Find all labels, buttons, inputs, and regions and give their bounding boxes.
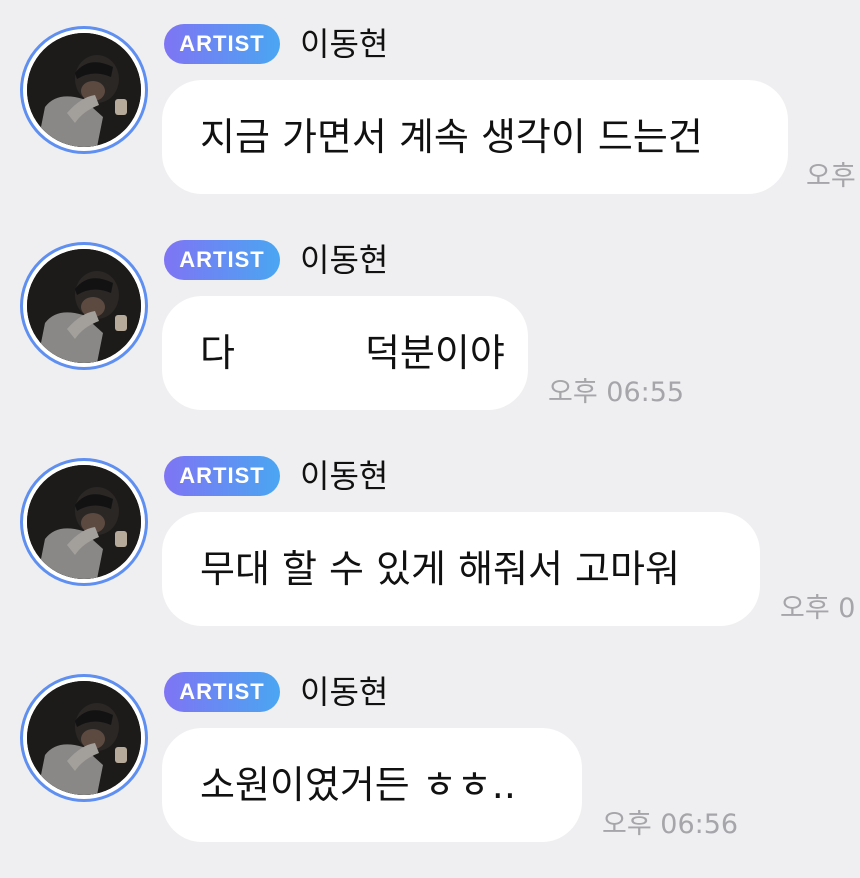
chat-message: ARTIST 이동현 무대 할 수 있게 해줘서 고마워 오후 0 [0,432,860,632]
message-text-start: 다 [200,331,235,375]
sender-name: 이동현 [300,241,389,279]
sender-name: 이동현 [300,457,389,495]
artist-badge: ARTIST [164,672,280,712]
avatar-photo [27,249,141,363]
sender-name: 이동현 [300,25,389,63]
message-bubble[interactable]: 무대 할 수 있게 해줘서 고마워 [162,512,760,626]
message-text: 지금 가면서 계속 생각이 드는건 [200,115,703,159]
avatar[interactable] [20,458,148,586]
sender-name: 이동현 [300,673,389,711]
avatar[interactable] [20,26,148,154]
avatar-photo [27,33,141,147]
message-timestamp: 오후 0 [780,593,856,624]
message-text: 무대 할 수 있게 해줘서 고마워 [200,547,680,591]
redacted-gap [235,356,365,366]
message-bubble[interactable]: 소원이였거든 ㅎㅎ.. [162,728,582,842]
avatar[interactable] [20,674,148,802]
chat-message-list[interactable]: ARTIST 이동현 지금 가면서 계속 생각이 드는건 오후 ARTIST 이… [0,0,860,878]
artist-badge: ARTIST [164,240,280,280]
message-timestamp: 오후 06:55 [548,377,685,408]
chat-message: ARTIST 이동현 지금 가면서 계속 생각이 드는건 오후 [0,0,860,200]
message-bubble[interactable]: 다 덕분이야 [162,296,528,410]
artist-badge: ARTIST [164,24,280,64]
chat-message: ARTIST 이동현 다 덕분이야 오후 06:55 [0,216,860,416]
message-text-end: 덕분이야 [364,331,505,375]
artist-badge: ARTIST [164,456,280,496]
message-timestamp: 오후 [806,161,856,192]
avatar-photo [27,465,141,579]
message-bubble[interactable]: 지금 가면서 계속 생각이 드는건 [162,80,788,194]
avatar[interactable] [20,242,148,370]
avatar-photo [27,681,141,795]
message-text: 소원이였거든 ㅎㅎ.. [200,763,516,807]
message-timestamp: 오후 06:56 [602,809,739,840]
chat-message: ARTIST 이동현 소원이였거든 ㅎㅎ.. 오후 06:56 [0,648,860,848]
